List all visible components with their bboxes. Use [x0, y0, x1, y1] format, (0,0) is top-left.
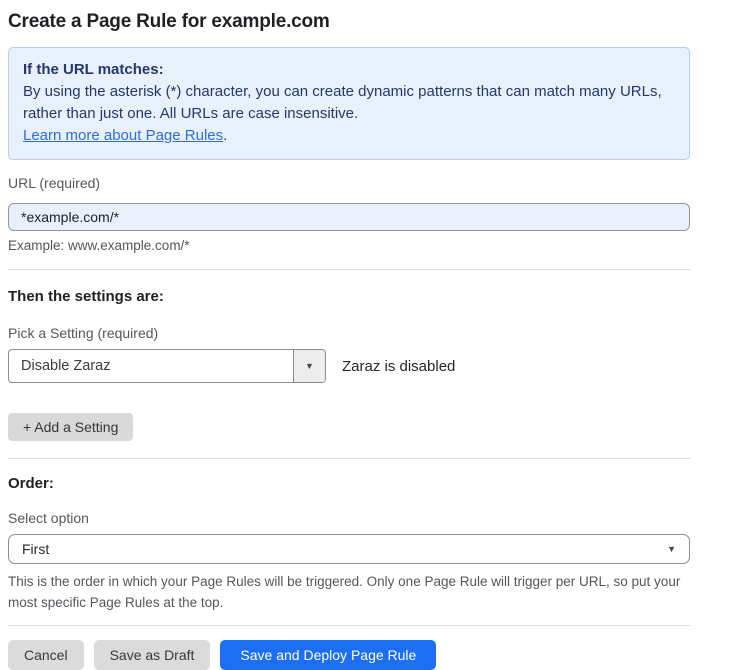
- order-select-label: Select option: [8, 510, 690, 526]
- page-title: Create a Page Rule for example.com: [8, 11, 742, 33]
- save-as-draft-button[interactable]: Save as Draft: [94, 640, 211, 670]
- link-suffix: .: [223, 127, 227, 144]
- order-select[interactable]: First ▼: [8, 534, 690, 564]
- info-box-body: By using the asterisk (*) character, you…: [23, 81, 675, 125]
- setting-select-value: Disable Zaraz: [9, 350, 293, 382]
- order-section-heading: Order:: [8, 475, 690, 492]
- info-box-heading: If the URL matches:: [23, 59, 675, 81]
- divider: [8, 269, 690, 270]
- divider: [8, 458, 690, 459]
- info-link-line: Learn more about Page Rules.: [23, 125, 675, 147]
- settings-section-heading: Then the settings are:: [8, 288, 690, 305]
- setting-row: Disable Zaraz ▼ Zaraz is disabled: [8, 349, 690, 383]
- caret-down-icon: ▼: [305, 361, 314, 371]
- setting-select-arrow-button[interactable]: ▼: [293, 350, 325, 382]
- order-helper-text: This is the order in which your Page Rul…: [8, 571, 684, 613]
- url-label: URL (required): [8, 175, 690, 191]
- cancel-button[interactable]: Cancel: [8, 640, 84, 670]
- page-rule-form: Create a Page Rule for example.com If th…: [0, 0, 750, 670]
- add-setting-button[interactable]: + Add a Setting: [8, 413, 133, 441]
- order-select-value: First: [22, 541, 49, 557]
- save-and-deploy-button[interactable]: Save and Deploy Page Rule: [220, 640, 436, 670]
- caret-down-icon: ▼: [667, 544, 676, 554]
- setting-status-text: Zaraz is disabled: [342, 358, 455, 375]
- learn-more-link[interactable]: Learn more about Page Rules: [23, 127, 223, 144]
- setting-select[interactable]: Disable Zaraz ▼: [8, 349, 326, 383]
- url-example: Example: www.example.com/*: [8, 238, 690, 253]
- url-match-info-box: If the URL matches: By using the asteris…: [8, 47, 690, 160]
- divider: [8, 625, 690, 626]
- url-input[interactable]: [8, 203, 690, 231]
- form-actions: Cancel Save as Draft Save and Deploy Pag…: [8, 640, 690, 670]
- pick-setting-label: Pick a Setting (required): [8, 325, 690, 341]
